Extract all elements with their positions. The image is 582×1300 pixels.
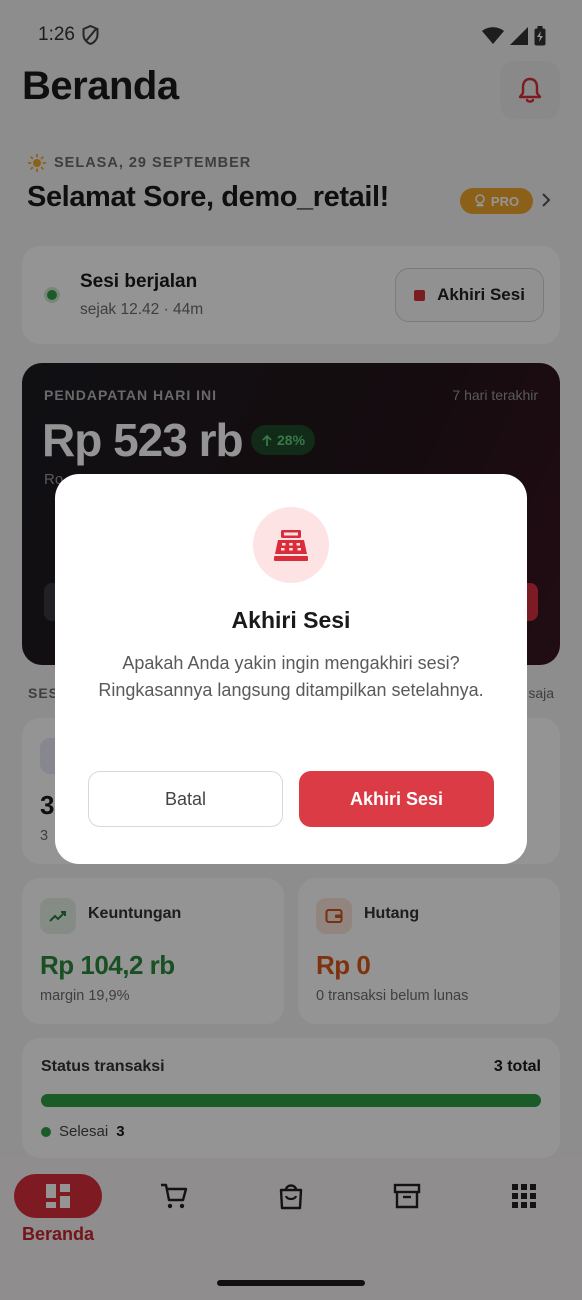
confirm-label: Akhiri Sesi bbox=[349, 788, 444, 809]
dialog-title: Akhiri Sesi bbox=[231, 607, 351, 633]
home-screen: 1:26 Beranda SELASA, 29 SEPTEMBER Selama… bbox=[0, 0, 582, 1300]
cancel-label: Batal bbox=[164, 788, 207, 809]
dialog-message: Apakah Anda yakin ingin mengakhiri sesi?… bbox=[98, 653, 484, 700]
dialog-cancel-button[interactable]: Batal bbox=[88, 771, 283, 827]
end-session-dialog: Akhiri Sesi Apakah Anda yakin ingin meng… bbox=[55, 474, 527, 864]
dialog-confirm-button[interactable]: Akhiri Sesi bbox=[299, 771, 494, 827]
dialog-icon-circle bbox=[253, 507, 329, 583]
cash-register-icon bbox=[274, 530, 308, 561]
